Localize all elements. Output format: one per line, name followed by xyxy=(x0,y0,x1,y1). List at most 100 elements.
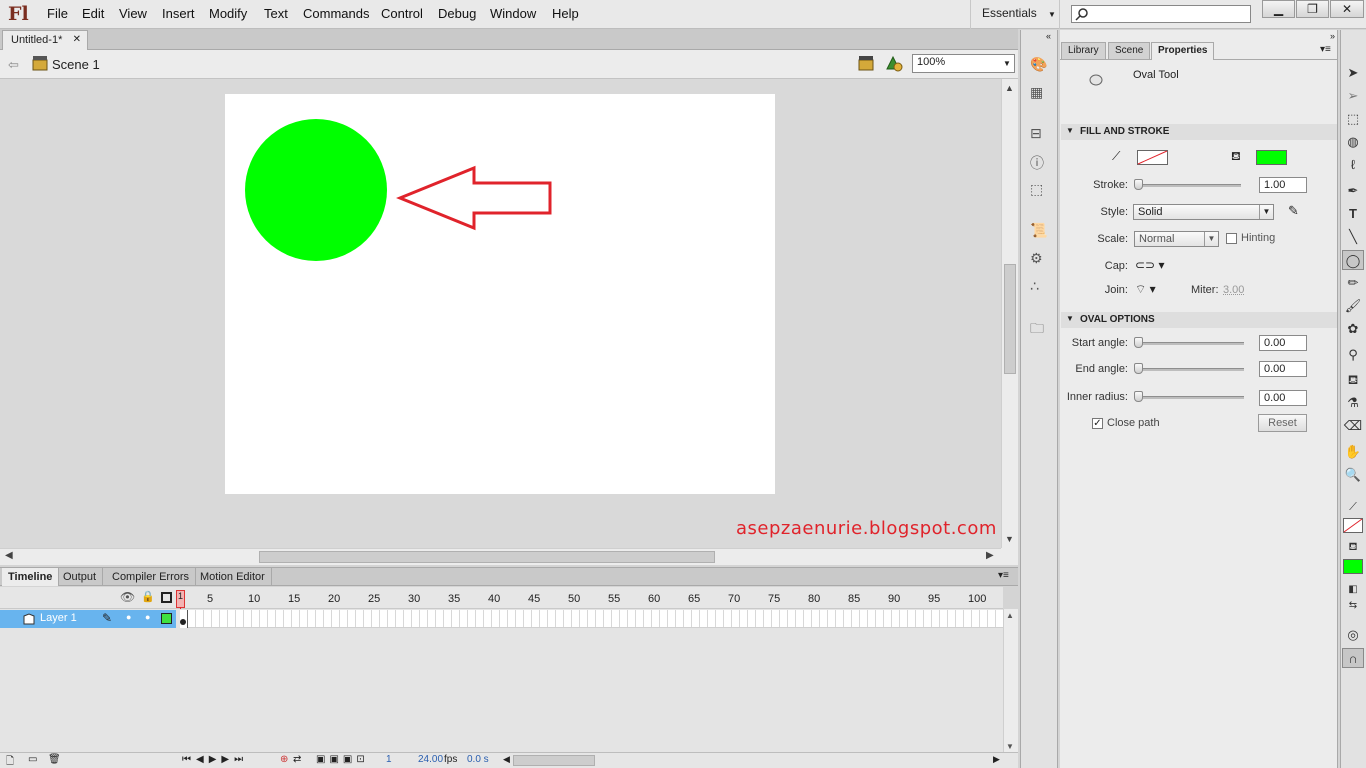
brush-tool-icon[interactable]: 🖌 xyxy=(1342,296,1364,316)
panel-menu-icon[interactable]: ▾≡ xyxy=(1320,44,1331,55)
pen-tool-icon[interactable]: ✒ xyxy=(1342,181,1364,201)
menu-help[interactable]: Help xyxy=(552,6,579,21)
stroke-width-input[interactable]: 1.00 xyxy=(1259,177,1307,193)
free-transform-tool-icon[interactable]: ⬚ xyxy=(1342,109,1364,129)
start-angle-slider-track[interactable] xyxy=(1136,342,1244,345)
timeline-vertical-scrollbar[interactable]: ▲ ▼ xyxy=(1003,609,1018,753)
bone-tool-icon[interactable]: ⚲ xyxy=(1342,345,1364,365)
object-drawing-icon[interactable]: ◎ xyxy=(1342,625,1364,645)
selection-tool-icon[interactable]: ➤ xyxy=(1342,63,1364,83)
info-panel-icon[interactable]: ⓘ xyxy=(1030,153,1044,173)
start-angle-input[interactable]: 0.00 xyxy=(1259,335,1307,351)
stage-vertical-scroll-thumb[interactable] xyxy=(1004,264,1016,374)
scroll-right-icon[interactable]: ▶ xyxy=(986,550,994,561)
menu-view[interactable]: View xyxy=(119,6,147,21)
timeline-horizontal-scroll-thumb[interactable] xyxy=(513,755,595,766)
inner-radius-slider-thumb[interactable] xyxy=(1134,391,1143,402)
delete-layer-icon[interactable]: 🗑 xyxy=(48,754,61,765)
layer-name[interactable]: Layer 1 xyxy=(40,612,77,624)
edit-symbols-icon[interactable] xyxy=(883,55,905,73)
current-frame[interactable]: 1 xyxy=(386,754,392,765)
edit-scene-icon[interactable] xyxy=(857,55,877,73)
scroll-right-icon[interactable]: ▶ xyxy=(993,754,1000,765)
collapse-panels-icon[interactable]: « xyxy=(1046,31,1051,41)
help-search-input[interactable] xyxy=(1071,5,1251,23)
playback-controls[interactable]: ⏮◀▶▶⏭ xyxy=(182,754,248,765)
scroll-up-icon[interactable]: ▲ xyxy=(1005,83,1014,93)
components-panel-icon[interactable]: ⚙ xyxy=(1030,250,1043,267)
menu-commands[interactable]: Commands xyxy=(303,6,369,21)
fill-color-swatch[interactable] xyxy=(1256,150,1287,165)
new-layer-icon[interactable]: 🗋 xyxy=(6,754,14,768)
color-panel-icon[interactable]: 🎨 xyxy=(1030,56,1047,73)
start-angle-slider-thumb[interactable] xyxy=(1134,337,1143,348)
oval-tool-button[interactable]: ◯ xyxy=(1342,250,1364,270)
zoom-select[interactable]: 100% ▼ xyxy=(912,54,1015,73)
tab-scene[interactable]: Scene xyxy=(1108,42,1151,59)
back-arrow-icon[interactable]: ⇦ xyxy=(8,57,19,73)
stage-vertical-scrollbar[interactable]: ▲ ▼ xyxy=(1001,79,1018,548)
menu-text[interactable]: Text xyxy=(264,6,288,21)
fps-value[interactable]: 24.00 xyxy=(418,754,443,765)
close-path-checkbox[interactable]: ✓ xyxy=(1092,418,1103,429)
lock-icon[interactable]: 🔒 xyxy=(141,590,155,603)
lock-dot-icon[interactable]: ● xyxy=(145,612,150,622)
stroke-color-tool-swatch[interactable] xyxy=(1343,518,1363,533)
new-folder-icon[interactable]: ▭ xyxy=(28,754,37,765)
stroke-color-swatch[interactable] xyxy=(1137,150,1168,165)
reset-button[interactable]: Reset xyxy=(1258,414,1307,432)
workspace-switcher[interactable]: Essentials ▼ xyxy=(970,0,1060,29)
inner-radius-slider-track[interactable] xyxy=(1136,396,1244,399)
lasso-tool-icon[interactable]: ℓ xyxy=(1342,155,1364,175)
fill-color-tool-swatch[interactable] xyxy=(1343,559,1363,574)
close-button[interactable]: ✕ xyxy=(1330,0,1364,18)
red-arrow-outline[interactable] xyxy=(396,165,552,231)
menu-modify[interactable]: Modify xyxy=(209,6,247,21)
scale-select[interactable]: Normal ▼ xyxy=(1134,231,1219,247)
eraser-tool-icon[interactable]: ⌫ xyxy=(1342,416,1364,436)
frames-row[interactable] xyxy=(180,610,1003,628)
scroll-up-icon[interactable]: ▲ xyxy=(1006,611,1014,620)
menu-edit[interactable]: Edit xyxy=(82,6,104,21)
menu-debug[interactable]: Debug xyxy=(438,6,476,21)
layer-outline-color[interactable] xyxy=(161,613,172,624)
center-frame-icon[interactable]: ⊕ xyxy=(280,754,288,765)
keyframe-cell[interactable] xyxy=(180,610,188,628)
end-angle-slider-track[interactable] xyxy=(1136,368,1244,371)
menu-window[interactable]: Window xyxy=(490,6,536,21)
close-tab-icon[interactable]: ✕ xyxy=(73,34,81,45)
subselection-tool-icon[interactable]: ➢ xyxy=(1342,86,1364,106)
tab-properties[interactable]: Properties xyxy=(1151,42,1215,60)
end-angle-slider-thumb[interactable] xyxy=(1134,363,1143,374)
cap-style-icon[interactable]: ⊂⊃ ▾ xyxy=(1135,258,1164,272)
tab-compiler-errors[interactable]: Compiler Errors xyxy=(106,568,197,586)
visible-dot-icon[interactable]: ● xyxy=(126,612,131,622)
3d-rotation-tool-icon[interactable]: ◍ xyxy=(1342,132,1364,152)
scroll-down-icon[interactable]: ▼ xyxy=(1005,534,1014,544)
layer-row[interactable]: Layer 1 ✎ ● ● xyxy=(0,610,176,628)
onion-skin-icons[interactable]: ▣▣▣⊡ xyxy=(316,754,369,765)
eyedropper-tool-icon[interactable]: ⚗ xyxy=(1342,393,1364,413)
hand-tool-icon[interactable]: ✋ xyxy=(1342,442,1364,462)
pencil-tool-icon[interactable]: ✏ xyxy=(1342,273,1364,293)
scroll-down-icon[interactable]: ▼ xyxy=(1006,742,1014,751)
hinting-checkbox[interactable] xyxy=(1226,233,1237,244)
zoom-tool-icon[interactable]: 🔍 xyxy=(1342,465,1364,485)
code-snippets-icon[interactable]: 📜 xyxy=(1030,222,1047,239)
scroll-left-icon[interactable]: ◀ xyxy=(5,550,13,561)
line-tool-icon[interactable]: ╲ xyxy=(1342,227,1364,247)
motion-presets-icon[interactable]: ∴ xyxy=(1030,278,1039,295)
menu-insert[interactable]: Insert xyxy=(162,6,195,21)
swatches-panel-icon[interactable]: ▦ xyxy=(1030,84,1043,101)
transform-panel-icon[interactable]: ⬚ xyxy=(1030,181,1043,198)
menu-file[interactable]: File xyxy=(47,6,68,21)
deco-tool-icon[interactable]: ✿ xyxy=(1342,319,1364,339)
stroke-slider-thumb[interactable] xyxy=(1134,179,1143,190)
project-panel-icon[interactable]: 🗀 xyxy=(1030,318,1044,342)
restore-button[interactable]: ❐ xyxy=(1296,0,1329,18)
playhead-marker[interactable]: 1 xyxy=(176,590,185,608)
document-tab[interactable]: Untitled-1* ✕ xyxy=(2,30,88,50)
inner-radius-input[interactable]: 0.00 xyxy=(1259,390,1307,406)
oval-options-section-header[interactable]: ▼ OVAL OPTIONS xyxy=(1061,312,1337,328)
tab-output[interactable]: Output xyxy=(57,568,104,586)
